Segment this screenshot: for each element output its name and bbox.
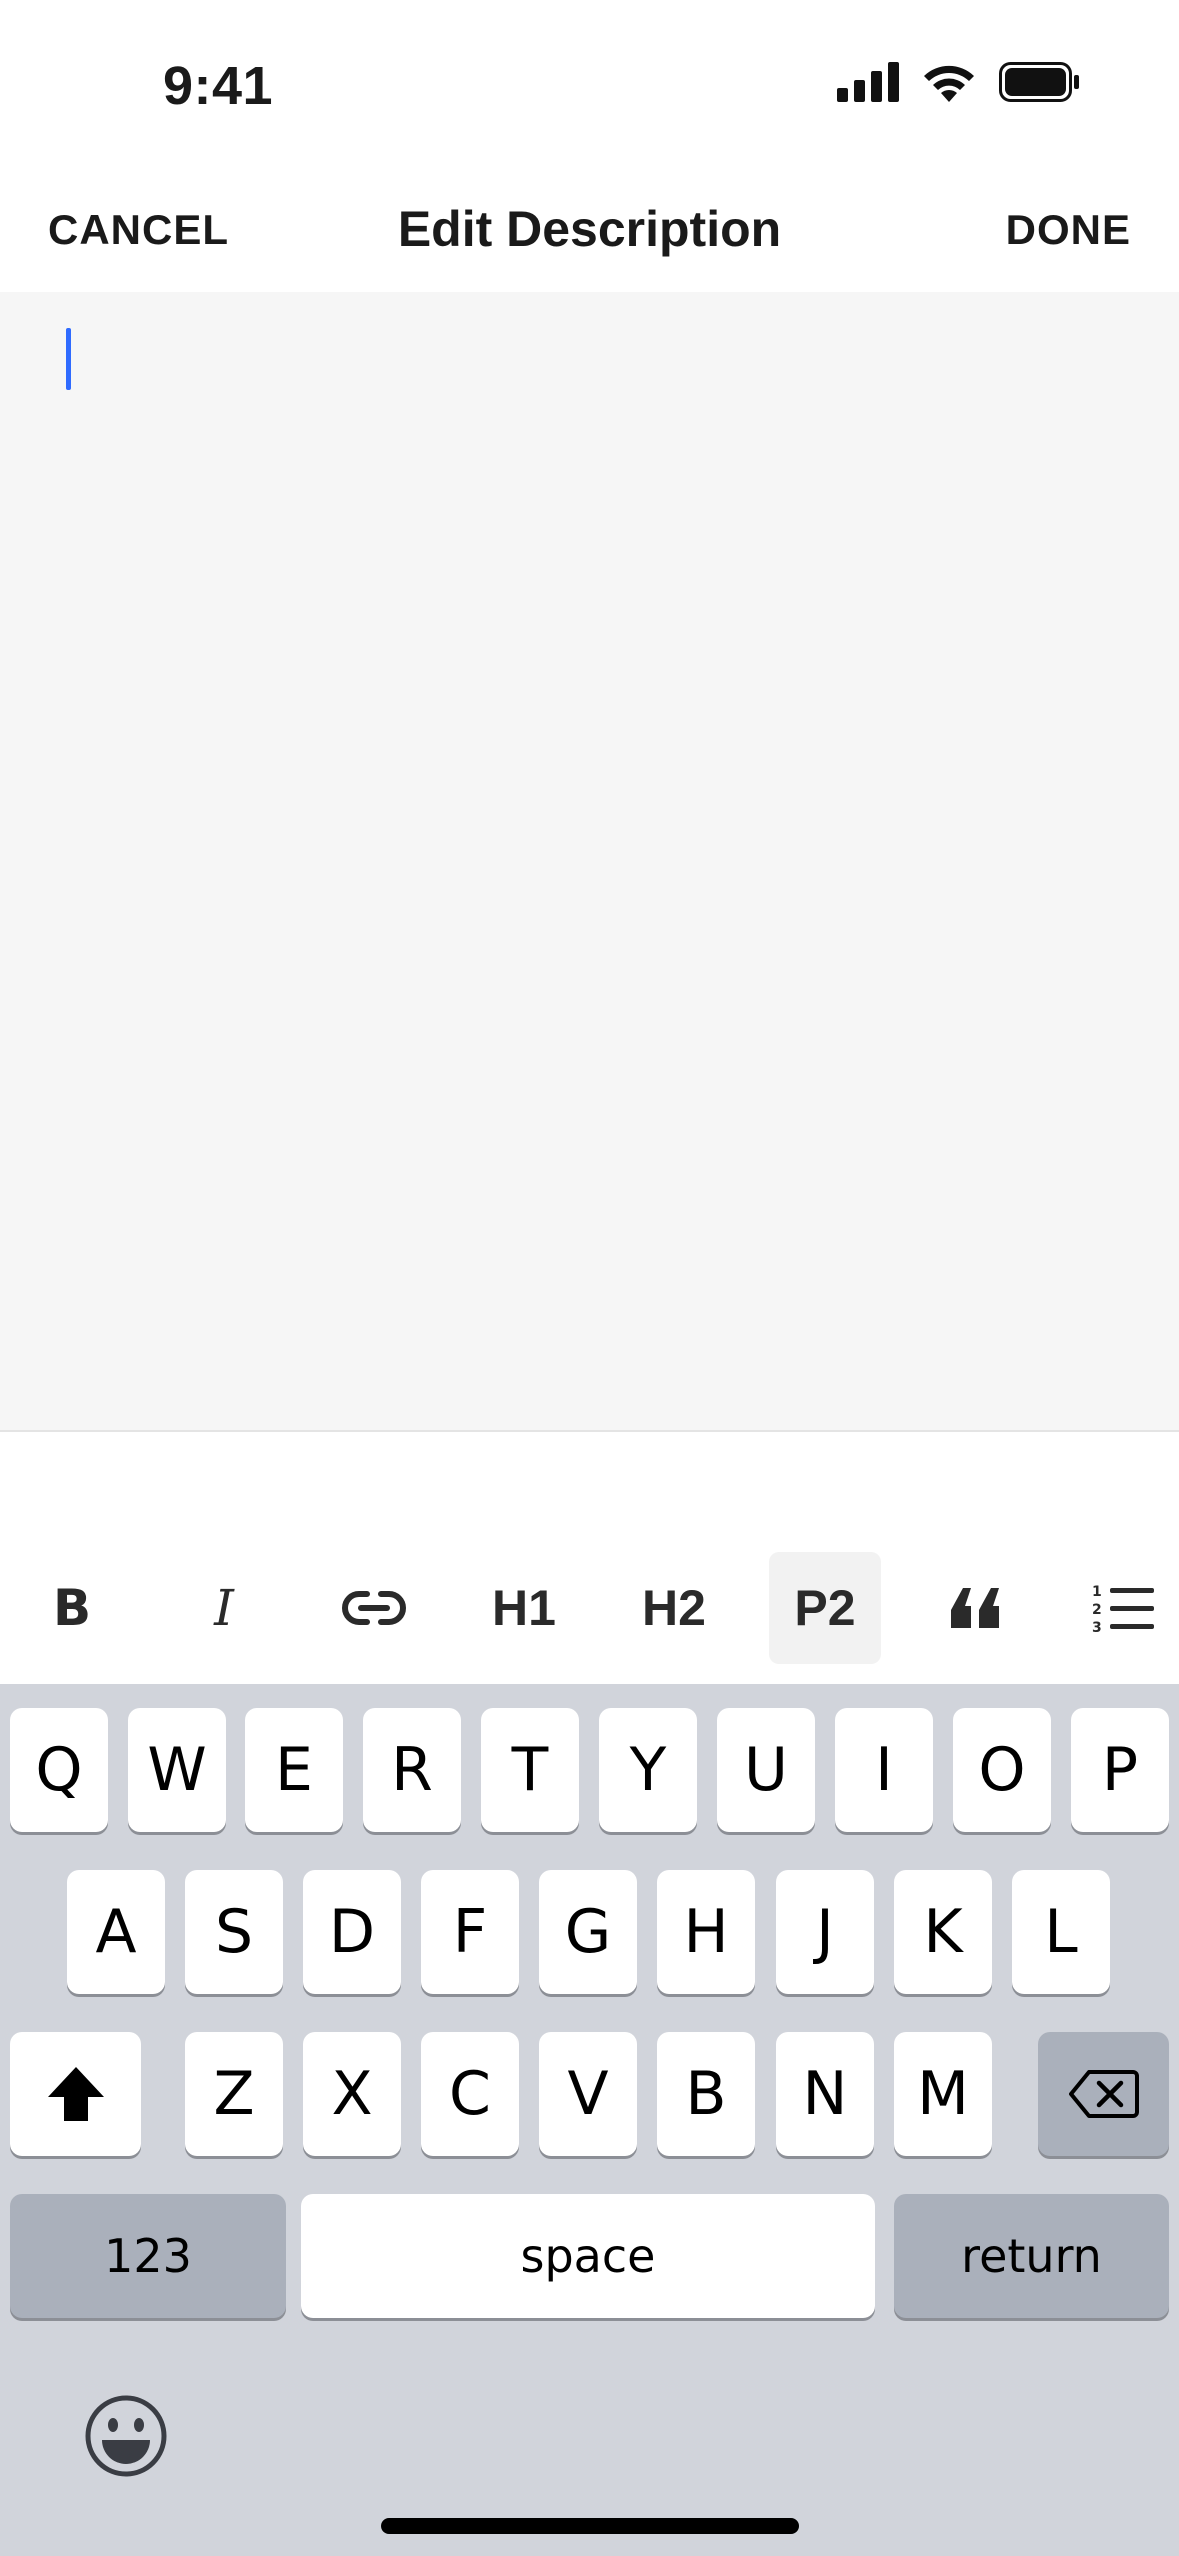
key-k[interactable]: K <box>894 1870 992 1994</box>
bold-label: B <box>52 1579 92 1637</box>
p2-label: P2 <box>794 1580 856 1636</box>
link-button[interactable] <box>318 1552 430 1664</box>
status-time: 9:41 <box>163 56 274 116</box>
key-y[interactable]: Y <box>599 1708 697 1832</box>
wifi-icon <box>924 65 974 102</box>
text-caret <box>66 328 71 390</box>
heading-1-button[interactable]: H1 <box>468 1552 580 1664</box>
description-editor[interactable] <box>0 292 1179 1432</box>
svg-text:1: 1 <box>1092 1584 1102 1600</box>
done-button[interactable]: DONE <box>1006 206 1131 254</box>
backspace-icon <box>1068 2070 1139 2118</box>
battery-icon <box>999 62 1079 102</box>
link-icon <box>342 1591 406 1625</box>
key-q[interactable]: Q <box>10 1708 108 1832</box>
page-title: Edit Description <box>397 201 782 257</box>
key-t[interactable]: T <box>481 1708 579 1832</box>
svg-text:3: 3 <box>1092 1620 1102 1634</box>
italic-button[interactable]: I <box>168 1552 280 1664</box>
key-j[interactable]: J <box>776 1870 874 1994</box>
keyboard: Q W E R T Y U I O P A S D F G H J K L Z … <box>0 1684 1179 2556</box>
status-bar: 9:41 <box>0 0 1179 170</box>
h1-label: H1 <box>492 1580 556 1636</box>
key-b[interactable]: B <box>657 2032 755 2156</box>
key-m[interactable]: M <box>894 2032 992 2156</box>
numbered-list-button[interactable]: 1 2 3 <box>1067 1552 1179 1664</box>
cellular-signal-icon <box>837 62 899 102</box>
key-x[interactable]: X <box>303 2032 401 2156</box>
key-n[interactable]: N <box>776 2032 874 2156</box>
quote-icon <box>951 1588 999 1628</box>
key-z[interactable]: Z <box>185 2032 283 2156</box>
key-d[interactable]: D <box>303 1870 401 1994</box>
heading-2-button[interactable]: H2 <box>618 1552 730 1664</box>
bold-button[interactable]: B <box>16 1552 128 1664</box>
key-e[interactable]: E <box>245 1708 343 1832</box>
navigation-header: CANCEL Edit Description DONE <box>0 170 1179 292</box>
key-s[interactable]: S <box>185 1870 283 1994</box>
key-l[interactable]: L <box>1012 1870 1110 1994</box>
key-h[interactable]: H <box>657 1870 755 1994</box>
italic-label: I <box>214 1579 234 1637</box>
h2-label: H2 <box>642 1580 706 1636</box>
key-a[interactable]: A <box>67 1870 165 1994</box>
key-w[interactable]: W <box>128 1708 226 1832</box>
emoji-button[interactable] <box>84 2394 168 2483</box>
numbers-key[interactable]: 123 <box>10 2194 286 2318</box>
key-u[interactable]: U <box>717 1708 815 1832</box>
key-f[interactable]: F <box>421 1870 519 1994</box>
home-indicator[interactable] <box>381 2518 799 2534</box>
delete-key[interactable] <box>1038 2032 1169 2156</box>
key-r[interactable]: R <box>363 1708 461 1832</box>
key-g[interactable]: G <box>539 1870 637 1994</box>
key-v[interactable]: V <box>539 2032 637 2156</box>
svg-text:2: 2 <box>1092 1602 1102 1618</box>
key-p[interactable]: P <box>1071 1708 1169 1832</box>
formatting-toolbar: B I H1 H2 P2 ❝ 1 2 3 <box>0 1432 1179 1684</box>
status-icons <box>837 62 1081 102</box>
space-key[interactable]: space <box>301 2194 875 2318</box>
quote-button[interactable]: ❝ <box>919 1552 1031 1664</box>
key-o[interactable]: O <box>953 1708 1051 1832</box>
key-c[interactable]: C <box>421 2032 519 2156</box>
shift-key[interactable] <box>10 2032 141 2156</box>
paragraph-2-button[interactable]: P2 <box>769 1552 881 1664</box>
key-i[interactable]: I <box>835 1708 933 1832</box>
numbered-list-icon: 1 2 3 <box>1092 1584 1154 1634</box>
shift-icon <box>47 2067 104 2121</box>
return-key[interactable]: return <box>894 2194 1169 2318</box>
emoji-icon <box>85 2395 167 2477</box>
